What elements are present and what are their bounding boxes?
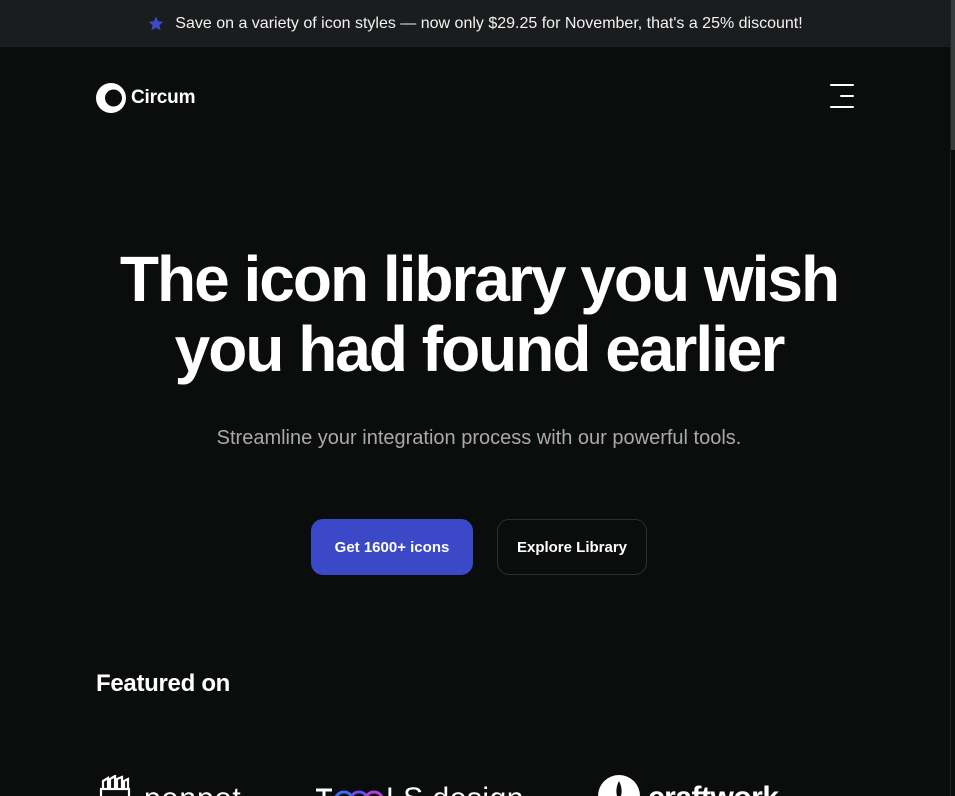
star-icon [147, 15, 165, 33]
circum-logo-icon [96, 83, 126, 113]
hamburger-menu-icon[interactable] [828, 83, 856, 109]
page: Save on a variety of icon styles — now o… [0, 0, 955, 796]
scrollbar-thumb[interactable] [951, 0, 955, 150]
promo-text: Save on a variety of icon styles — now o… [175, 14, 803, 32]
toools-logo-icon [316, 775, 386, 796]
hero-title-line1: The icon library you wish [119, 243, 840, 315]
toools-text: LS.design [386, 784, 524, 796]
brand-toools[interactable]: LS.design [316, 775, 524, 796]
hero-subtitle: Streamline your integration process with… [216, 427, 742, 449]
brand-penpot[interactable]: penpot [98, 775, 242, 796]
logo-text: Circum [131, 87, 196, 108]
brand-craftwork[interactable]: craftwork [598, 775, 779, 796]
penpot-logo-icon [98, 775, 132, 796]
promo-banner[interactable]: Save on a variety of icon styles — now o… [0, 0, 950, 47]
penpot-text: penpot [144, 784, 242, 796]
site-logo[interactable]: Circum [96, 83, 195, 113]
craftwork-text: craftwork [648, 783, 779, 796]
craftwork-logo-icon [598, 775, 640, 796]
explore-library-button[interactable]: Explore Library [497, 519, 647, 575]
page-scrollbar[interactable] [950, 0, 955, 796]
featured-title: Featured on [96, 670, 231, 697]
get-icons-button[interactable]: Get 1600+ icons [311, 519, 473, 575]
hero-title: The icon library you wish you had found … [60, 244, 898, 384]
hero-title-line2: you had found earlier [174, 313, 786, 385]
